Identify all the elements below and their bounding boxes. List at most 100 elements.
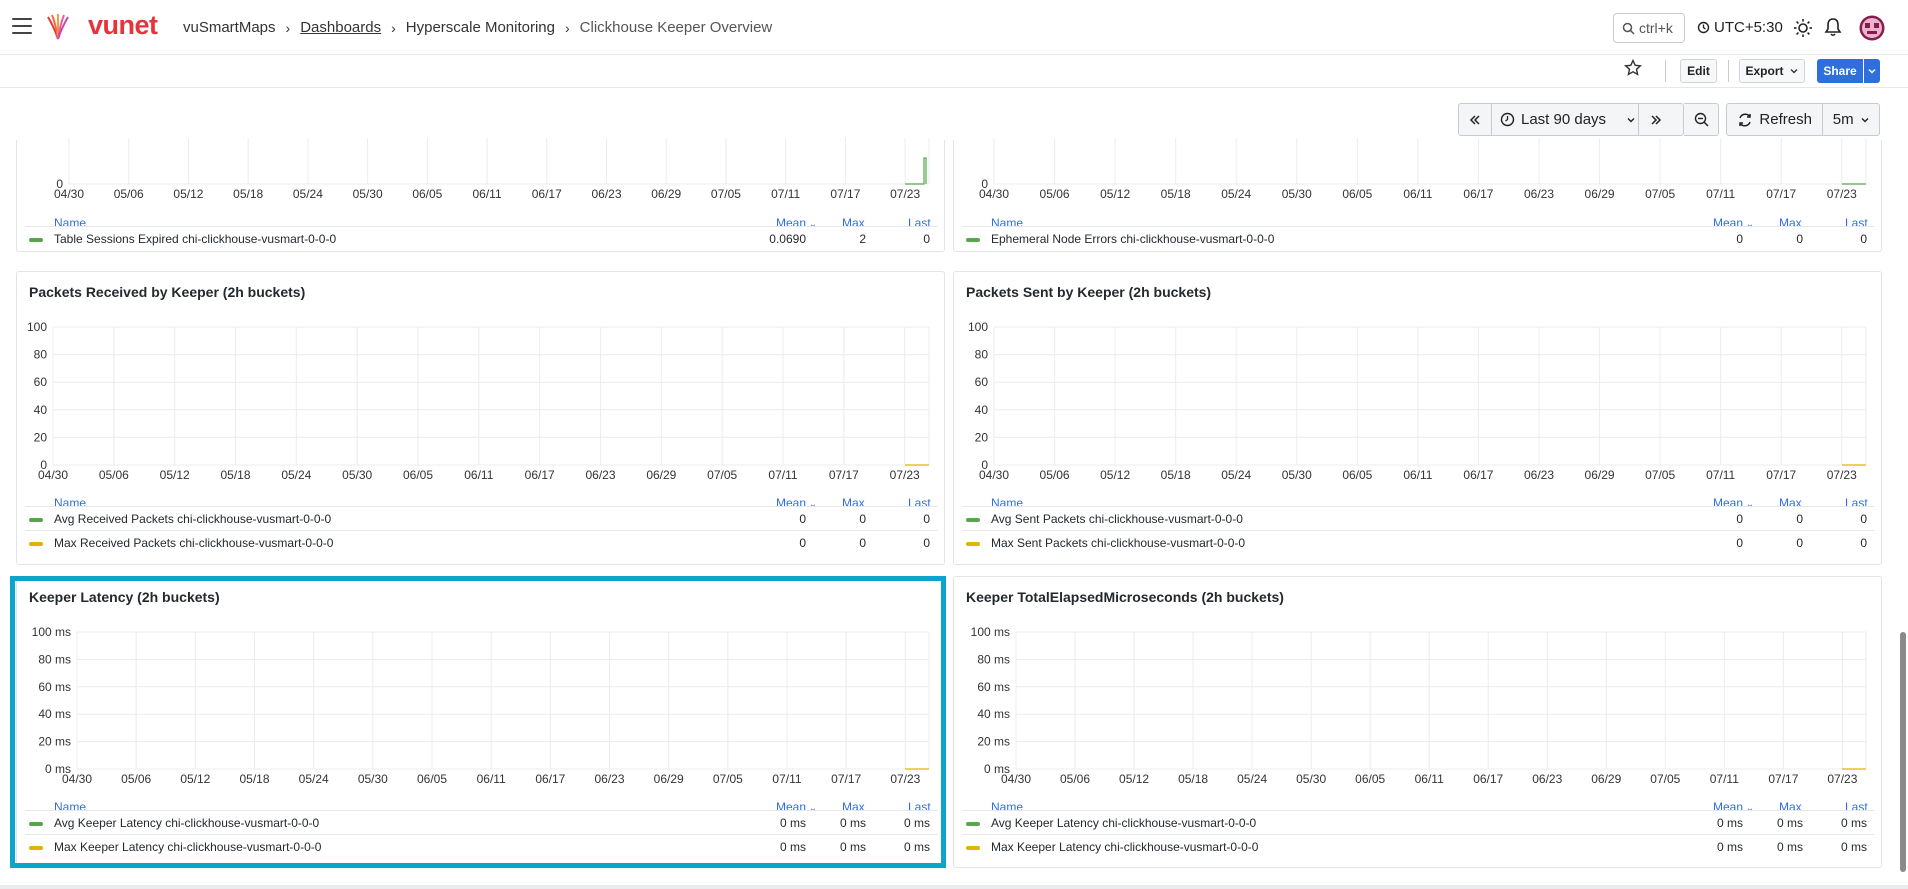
x-tick-label: 07/11 — [1710, 772, 1739, 786]
x-tick-label: 06/05 — [1342, 468, 1372, 482]
x-tick-label: 06/29 — [651, 187, 681, 201]
x-tick-label: 06/11 — [1415, 772, 1444, 786]
legend-max-value: 0 — [859, 536, 866, 550]
share-options-button[interactable] — [1864, 59, 1880, 83]
time-shift-back-button[interactable] — [1459, 104, 1492, 135]
star-favorite-icon[interactable] — [1624, 59, 1642, 77]
refresh-label: Refresh — [1759, 111, 1812, 128]
chart-panel-keeper-elapsed: Keeper TotalElapsedMicroseconds (2h buck… — [953, 576, 1882, 868]
refresh-button[interactable]: Refresh — [1727, 104, 1824, 135]
x-tick-label: 06/23 — [1524, 187, 1554, 201]
y-tick-label: 20 ms — [977, 735, 1010, 749]
x-tick-label: 05/18 — [233, 187, 263, 201]
x-tick-label: 05/24 — [1237, 772, 1267, 786]
legend-mean-value: 0 — [799, 536, 806, 550]
chart-panel-ephemeral: 0 04/30 05/06 05/12 05/18 05/24 05/30 06/05 06/1… — [953, 138, 1882, 252]
x-tick-label: 07/05 — [1645, 468, 1675, 482]
x-tick-label: 05/30 — [342, 468, 372, 482]
legend-max-value: 0 ms — [1776, 816, 1803, 830]
time-shift-forward-button[interactable] — [1639, 104, 1672, 135]
legend-row[interactable]: Avg Sent Packets chi-clickhouse-vusmart-… — [962, 506, 1875, 530]
x-tick-label: 04/30 — [979, 468, 1009, 482]
x-tick-label: 06/11 — [472, 187, 501, 201]
x-tick-label: 05/24 — [293, 187, 323, 201]
legend-row[interactable]: Max Sent Packets chi-clickhouse-vusmart-… — [962, 530, 1875, 554]
refresh-control: Refresh 5m — [1726, 103, 1880, 136]
y-tick-label: 20 — [975, 430, 989, 444]
x-tick-label: 05/12 — [1100, 468, 1130, 482]
x-tick-label: 07/23 — [1827, 468, 1857, 482]
legend-row[interactable]: Avg Received Packets chi-clickhouse-vusm… — [25, 506, 938, 530]
y-tick-label: 40 — [34, 403, 48, 417]
x-tick-label: 07/17 — [830, 187, 860, 201]
legend-row[interactable]: Max Received Packets chi-clickhouse-vusm… — [25, 530, 938, 554]
breadcrumb-hyperscale[interactable]: Hyperscale Monitoring — [406, 19, 555, 36]
timezone-display[interactable]: UTC+5:30 — [1697, 19, 1783, 36]
legend-max-value: 0 — [1796, 512, 1803, 526]
legend-last-value: 0 — [923, 232, 930, 246]
y-tick-label: 100 — [968, 320, 988, 334]
legend-series-name: Max Sent Packets chi-clickhouse-vusmart-… — [991, 536, 1246, 550]
x-tick-label: 06/05 — [403, 468, 433, 482]
x-tick-label: 05/24 — [281, 468, 311, 482]
y-tick-label: 60 — [975, 375, 989, 389]
legend-row[interactable]: Table Sessions Expired chi-clickhouse-vu… — [25, 226, 938, 250]
search-button[interactable]: ctrl+k — [1613, 13, 1685, 43]
x-tick-label: 06/17 — [1463, 187, 1493, 201]
x-tick-label: 07/17 — [1766, 468, 1796, 482]
breadcrumb-dashboards[interactable]: Dashboards — [300, 19, 381, 36]
y-tick-label: 100 ms — [971, 625, 1010, 639]
time-range-picker: Last 90 days — [1458, 103, 1684, 136]
legend-last-value: 0 — [1860, 512, 1867, 526]
bottom-divider — [0, 885, 1908, 889]
refresh-interval-dropdown[interactable]: 5m — [1823, 104, 1879, 135]
x-tick-label: 06/11 — [1403, 187, 1432, 201]
notification-bell-icon[interactable] — [1824, 17, 1842, 37]
legend-row[interactable]: Avg Keeper Latency chi-clickhouse-vusmar… — [962, 810, 1875, 834]
x-tick-label: 07/23 — [890, 468, 920, 482]
selected-panel-highlight — [10, 576, 946, 868]
user-avatar[interactable] — [1859, 15, 1885, 41]
legend-series-name: Ephemeral Node Errors chi-clickhouse-vus… — [991, 232, 1275, 246]
x-tick-label: 06/11 — [464, 468, 493, 482]
zoom-out-icon — [1694, 112, 1709, 127]
legend-last-value: 0 — [923, 512, 930, 526]
y-tick-label: 80 — [975, 348, 989, 362]
x-tick-label: 05/30 — [353, 187, 383, 201]
page-scrollbar-thumb[interactable] — [1900, 632, 1906, 872]
y-tick-label: 100 — [27, 320, 47, 334]
search-shortcut: ctrl+k — [1639, 20, 1673, 36]
legend-swatch — [29, 518, 43, 522]
legend-swatch — [966, 822, 980, 826]
time-range-dropdown[interactable]: Last 90 days — [1492, 104, 1639, 135]
edit-button[interactable]: Edit — [1680, 59, 1717, 83]
x-tick-label: 05/30 — [1282, 187, 1312, 201]
legend-row[interactable]: Max Keeper Latency chi-clickhouse-vusmar… — [962, 834, 1875, 858]
x-tick-label: 07/11 — [771, 187, 800, 201]
x-tick-label: 06/29 — [1591, 772, 1621, 786]
theme-sun-icon[interactable] — [1793, 18, 1813, 38]
share-button[interactable]: Share — [1817, 59, 1863, 83]
legend-mean-value: 0.0690 — [769, 232, 806, 246]
toolbar-divider — [1728, 60, 1729, 82]
breadcrumb-home[interactable]: vuSmartMaps — [183, 19, 276, 36]
zoom-out-button[interactable] — [1684, 104, 1718, 135]
y-tick-label: 60 — [34, 375, 48, 389]
legend-mean-value: 0 — [1736, 512, 1743, 526]
legend-swatch — [966, 518, 980, 522]
legend-mean-value: 0 — [1736, 232, 1743, 246]
x-tick-label: 04/30 — [1001, 772, 1031, 786]
export-button[interactable]: Export — [1739, 59, 1805, 83]
x-tick-label: 07/11 — [768, 468, 797, 482]
x-tick-label: 06/23 — [591, 187, 621, 201]
zoom-out-group — [1684, 103, 1719, 136]
time-range-label: Last 90 days — [1521, 111, 1607, 128]
menu-icon[interactable] — [12, 18, 32, 34]
legend-series-name: Avg Received Packets chi-clickhouse-vusm… — [54, 512, 332, 526]
legend-row[interactable]: Ephemeral Node Errors chi-clickhouse-vus… — [962, 226, 1875, 250]
x-tick-label: 04/30 — [54, 187, 84, 201]
x-tick-label: 07/17 — [829, 468, 859, 482]
x-tick-label: 07/23 — [1827, 772, 1857, 786]
legend-max-value: 2 — [859, 232, 866, 246]
x-tick-label: 06/05 — [1342, 187, 1372, 201]
